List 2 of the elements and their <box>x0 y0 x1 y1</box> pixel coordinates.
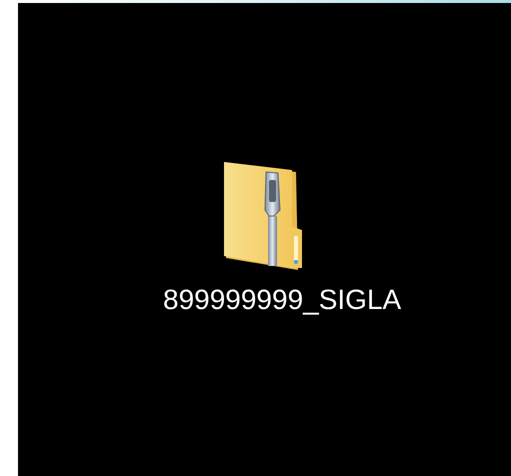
zip-folder-icon[interactable] <box>222 160 304 272</box>
file-label[interactable]: 899999999_SIGLA <box>163 284 402 316</box>
